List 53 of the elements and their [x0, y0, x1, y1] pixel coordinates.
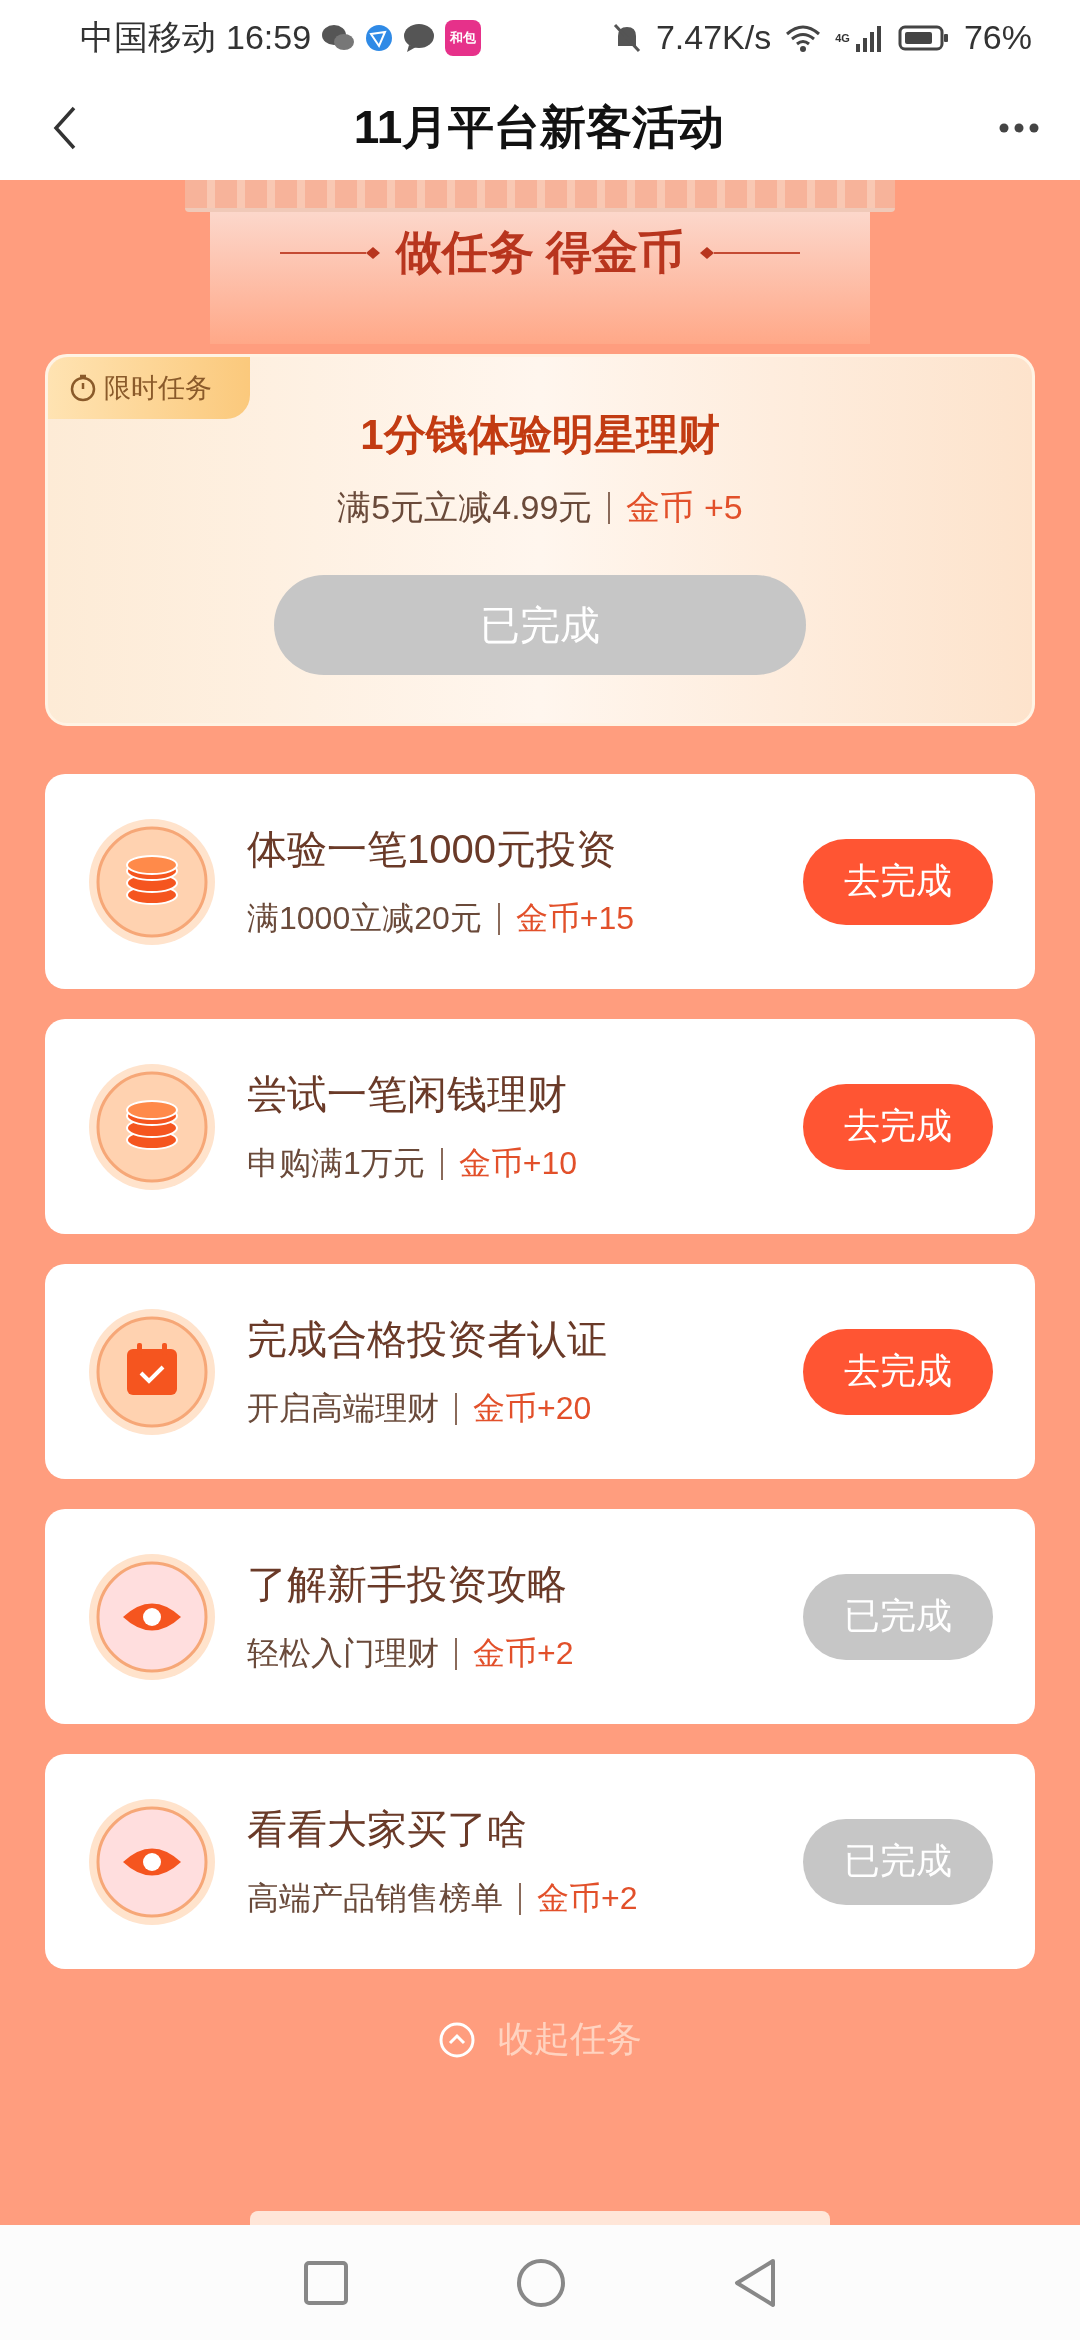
wifi-icon	[785, 23, 822, 52]
ornament-line-icon	[279, 246, 380, 260]
battery-percent: 76%	[963, 18, 1032, 57]
task-title: 体验一笔1000元投资	[247, 826, 617, 873]
chat-bubbles-icon	[321, 22, 356, 53]
battery-icon	[897, 23, 950, 52]
calendar-check-icon	[87, 1306, 217, 1437]
coin-reward: 金币+15	[515, 899, 635, 938]
collapse-icon[interactable]	[438, 2020, 476, 2059]
stopwatch-icon	[70, 374, 96, 402]
eye-icon	[87, 1551, 217, 1682]
task-condition: 高端产品销售榜单	[247, 1879, 503, 1918]
eye-icon	[87, 1796, 217, 1927]
collapse-tasks-link[interactable]: 收起任务	[498, 2015, 642, 2064]
signal-icon	[853, 23, 884, 52]
task-title: 了解新手投资攻略	[247, 1561, 568, 1608]
ornament-line-icon	[700, 246, 801, 260]
coin-reward: 金币+20	[473, 1389, 592, 1428]
carrier-name: 中国移动	[80, 16, 216, 58]
completed-button[interactable]: 已完成	[803, 1573, 993, 1660]
clock-time: 16:59	[226, 18, 312, 57]
task-condition: 申购满1万元	[247, 1144, 425, 1183]
completed-button[interactable]: 已完成	[803, 1818, 993, 1905]
coin-reward: 金币+2	[537, 1879, 638, 1918]
tag-label: 限时任务	[104, 372, 212, 405]
task-condition: 轻松入门理财	[247, 1634, 439, 1673]
coin-reward: 金币+10	[458, 1144, 578, 1183]
coin-stack-icon	[87, 1061, 217, 1192]
back-nav-icon[interactable]	[732, 2257, 777, 2308]
coin-stack-icon	[87, 816, 217, 947]
coin-reward: 金币+2	[473, 1634, 574, 1673]
task-title: 尝试一笔闲钱理财	[247, 1071, 568, 1118]
home-icon[interactable]	[516, 2257, 566, 2308]
bell-muted-icon	[611, 21, 642, 54]
task-title: 完成合格投资者认证	[247, 1316, 607, 1363]
banner-title: 做任务 得金币	[395, 225, 685, 280]
completed-button[interactable]: 已完成	[274, 575, 806, 675]
go-complete-button[interactable]: 去完成	[803, 1328, 993, 1415]
page-title: 11月平台新客活动	[353, 99, 725, 155]
network-speed: 7.47K/s	[655, 18, 772, 57]
task-condition: 开启高端理财	[247, 1389, 439, 1428]
task-condition: 满5元立减4.99元	[337, 487, 593, 528]
app-icon: 和包	[445, 19, 482, 56]
task-title: 看看大家买了啥	[247, 1806, 528, 1853]
go-complete-button[interactable]: 去完成	[803, 838, 993, 925]
go-complete-button[interactable]: 去完成	[803, 1083, 993, 1170]
network-type: 4G	[835, 32, 850, 44]
task-condition: 满1000立减20元	[247, 899, 482, 938]
more-icon[interactable]	[998, 121, 1040, 134]
coin-reward: 金币 +5	[626, 487, 743, 528]
recent-apps-icon[interactable]	[303, 2259, 350, 2306]
featured-task-title: 1分钱体验明星理财	[360, 410, 720, 460]
message-bubble-icon	[403, 22, 436, 53]
